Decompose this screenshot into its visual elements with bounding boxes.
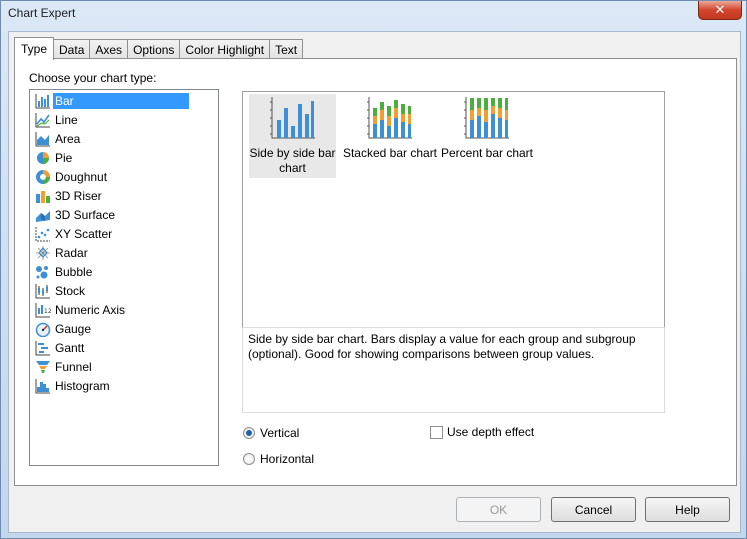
cancel-button[interactable]: Cancel — [551, 497, 636, 522]
chart-type-label: Pie — [55, 150, 73, 165]
horizontal-radio-option[interactable]: Horizontal — [243, 452, 314, 466]
chart-type-label: Gauge — [55, 321, 92, 336]
tab-color-highlight[interactable]: Color Highlight — [179, 39, 271, 59]
chart-type-item-stock[interactable]: Stock — [31, 281, 218, 300]
subtype-label: Stacked bar chart — [342, 146, 438, 160]
chart-type-label: XY Scatter — [55, 226, 113, 241]
doughnut-chart-icon — [35, 169, 51, 185]
dialog-client: Type Data Axes Options Color Highlight T… — [8, 31, 741, 533]
chart-type-item-histogram[interactable]: Histogram — [31, 376, 218, 395]
help-button[interactable]: Help — [645, 497, 730, 522]
chart-type-label: Gantt — [55, 340, 85, 355]
chart-type-label: Line — [55, 112, 78, 127]
depth-effect-checkbox[interactable] — [430, 425, 443, 439]
subtype-side-by-side-bar[interactable]: Side by side bar chart — [249, 94, 336, 178]
depth-effect-label: Use depth effect — [447, 425, 535, 439]
stacked-bar-thumbnail-icon — [367, 97, 412, 139]
tab-axes[interactable]: Axes — [89, 39, 129, 59]
gauge-chart-icon — [35, 321, 51, 337]
type-tab-panel: Choose your chart type: Bar Line Area Pi… — [14, 58, 737, 486]
side-by-side-bar-thumbnail-icon — [269, 97, 315, 139]
subtype-percent-bar[interactable]: Percent bar chart — [440, 94, 534, 161]
subtype-label: Side by side bar — [249, 146, 336, 160]
histogram-chart-icon — [35, 378, 51, 394]
chart-type-label: Radar — [55, 245, 88, 260]
percent-bar-thumbnail-icon — [464, 97, 509, 139]
chart-type-label: 3D Riser — [55, 188, 102, 203]
chart-type-item-bar[interactable]: Bar — [31, 91, 218, 110]
chart-type-item-area[interactable]: Area — [31, 129, 218, 148]
chart-type-label: 3D Surface — [55, 207, 116, 222]
pie-chart-icon — [35, 150, 51, 166]
tab-data[interactable]: Data — [53, 39, 91, 59]
vertical-radio-option[interactable]: Vertical — [243, 426, 299, 440]
tab-text[interactable]: Text — [269, 39, 304, 59]
line-chart-icon — [35, 112, 51, 128]
close-button[interactable]: ✕ — [698, 1, 742, 20]
chart-type-item-line[interactable]: Line — [31, 110, 218, 129]
depth-effect-option[interactable]: Use depth effect — [430, 425, 534, 439]
chart-type-label: Stock — [55, 283, 86, 298]
chart-type-label: Area — [55, 131, 81, 146]
ok-button[interactable]: OK — [456, 497, 541, 522]
close-icon: ✕ — [714, 2, 726, 17]
chart-type-label: Histogram — [55, 378, 110, 393]
tab-options[interactable]: Options — [127, 39, 181, 59]
chart-type-item-doughnut[interactable]: Doughnut — [31, 167, 218, 186]
radar-chart-icon — [35, 245, 51, 261]
chart-type-item-3d-surface[interactable]: 3D Surface — [31, 205, 218, 224]
chart-type-item-xy-scatter[interactable]: XY Scatter — [31, 224, 218, 243]
bar-chart-icon — [35, 93, 51, 109]
subtype-label-line2: chart — [279, 161, 306, 175]
gantt-chart-icon — [35, 340, 51, 356]
bubble-chart-icon — [35, 264, 51, 280]
vertical-radio[interactable] — [243, 427, 255, 439]
title-bar[interactable]: Chart Expert ✕ — [1, 1, 746, 27]
chart-type-item-3d-riser[interactable]: 3D Riser — [31, 186, 218, 205]
chart-type-item-numeric-axis[interactable]: 12 Numeric Axis — [31, 300, 218, 319]
window-title: Chart Expert — [8, 6, 76, 20]
3d-riser-icon — [35, 188, 51, 204]
chart-type-item-gauge[interactable]: Gauge — [31, 319, 218, 338]
subtype-stacked-bar[interactable]: Stacked bar chart — [342, 94, 438, 161]
chart-type-item-bubble[interactable]: Bubble — [31, 262, 218, 281]
horizontal-label: Horizontal — [260, 452, 315, 466]
chart-type-label: Bar — [53, 92, 189, 109]
chart-type-item-funnel[interactable]: Funnel — [31, 357, 218, 376]
3d-surface-icon — [35, 207, 51, 223]
chart-type-label: Numeric Axis — [55, 302, 126, 317]
chart-type-label: Funnel — [55, 359, 92, 374]
chart-type-label: Bubble — [55, 264, 93, 279]
chart-subtype-gallery: Side by side bar chart Stacked bar chart… — [242, 91, 665, 328]
funnel-chart-icon — [35, 359, 51, 375]
subtype-description: Side by side bar chart. Bars display a v… — [242, 327, 665, 413]
choose-chart-type-label: Choose your chart type: — [29, 71, 157, 85]
horizontal-radio[interactable] — [243, 453, 255, 465]
stock-chart-icon — [35, 283, 51, 299]
subtype-label: Percent bar chart — [440, 146, 534, 160]
chart-type-list[interactable]: Bar Line Area Pie Doughnut 3D Riser 3D S… — [29, 89, 219, 466]
chart-type-item-gantt[interactable]: Gantt — [31, 338, 218, 357]
chart-type-label: Doughnut — [55, 169, 108, 184]
tab-type[interactable]: Type — [14, 37, 55, 60]
tab-strip: Type Data Axes Options Color Highlight T… — [14, 37, 304, 60]
chart-expert-window: Chart Expert ✕ Type Data Axes Options Co… — [0, 0, 747, 539]
xy-scatter-icon — [35, 226, 51, 242]
area-chart-icon — [35, 131, 51, 147]
numeric-axis-icon: 12 — [35, 302, 51, 318]
svg-text:12: 12 — [44, 308, 51, 315]
chart-type-item-pie[interactable]: Pie — [31, 148, 218, 167]
vertical-label: Vertical — [260, 426, 300, 440]
chart-type-item-radar[interactable]: Radar — [31, 243, 218, 262]
